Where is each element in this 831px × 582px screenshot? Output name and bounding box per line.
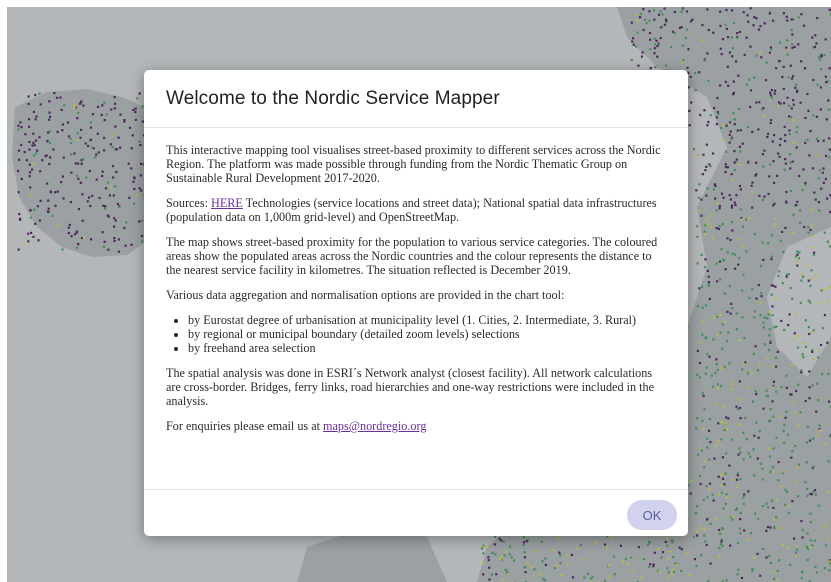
email-link[interactable]: maps@nordregio.org [323, 419, 426, 433]
intro-paragraph: This interactive mapping tool visualises… [166, 143, 661, 185]
list-item: by freehand area selection [188, 341, 666, 355]
welcome-dialog: Welcome to the Nordic Service Mapper Thi… [144, 70, 688, 536]
list-item: by regional or municipal boundary (detai… [188, 327, 666, 341]
list-item: by Eurostat degree of urbanisation at mu… [188, 313, 666, 327]
map-description-paragraph: The map shows street-based proximity for… [166, 235, 658, 277]
here-link[interactable]: HERE [211, 196, 243, 210]
enquiries-paragraph: For enquiries please email us at maps@no… [166, 419, 666, 433]
dialog-title: Welcome to the Nordic Service Mapper [166, 87, 500, 109]
sources-prefix: Sources: [166, 196, 212, 210]
dialog-header: Welcome to the Nordic Service Mapper [144, 70, 688, 128]
dialog-footer: OK [144, 489, 688, 536]
analysis-paragraph: The spatial analysis was done in ESRI´s … [166, 366, 654, 408]
dialog-body: This interactive mapping tool visualises… [144, 128, 688, 478]
ok-button[interactable]: OK [627, 500, 677, 530]
aggregation-list: by Eurostat degree of urbanisation at mu… [166, 313, 666, 355]
aggregation-intro: Various data aggregation and normalisati… [166, 288, 565, 302]
sources-paragraph: Sources: HERE Technologies (service loca… [166, 196, 666, 224]
enquiries-prefix: For enquiries please email us at [166, 419, 324, 433]
